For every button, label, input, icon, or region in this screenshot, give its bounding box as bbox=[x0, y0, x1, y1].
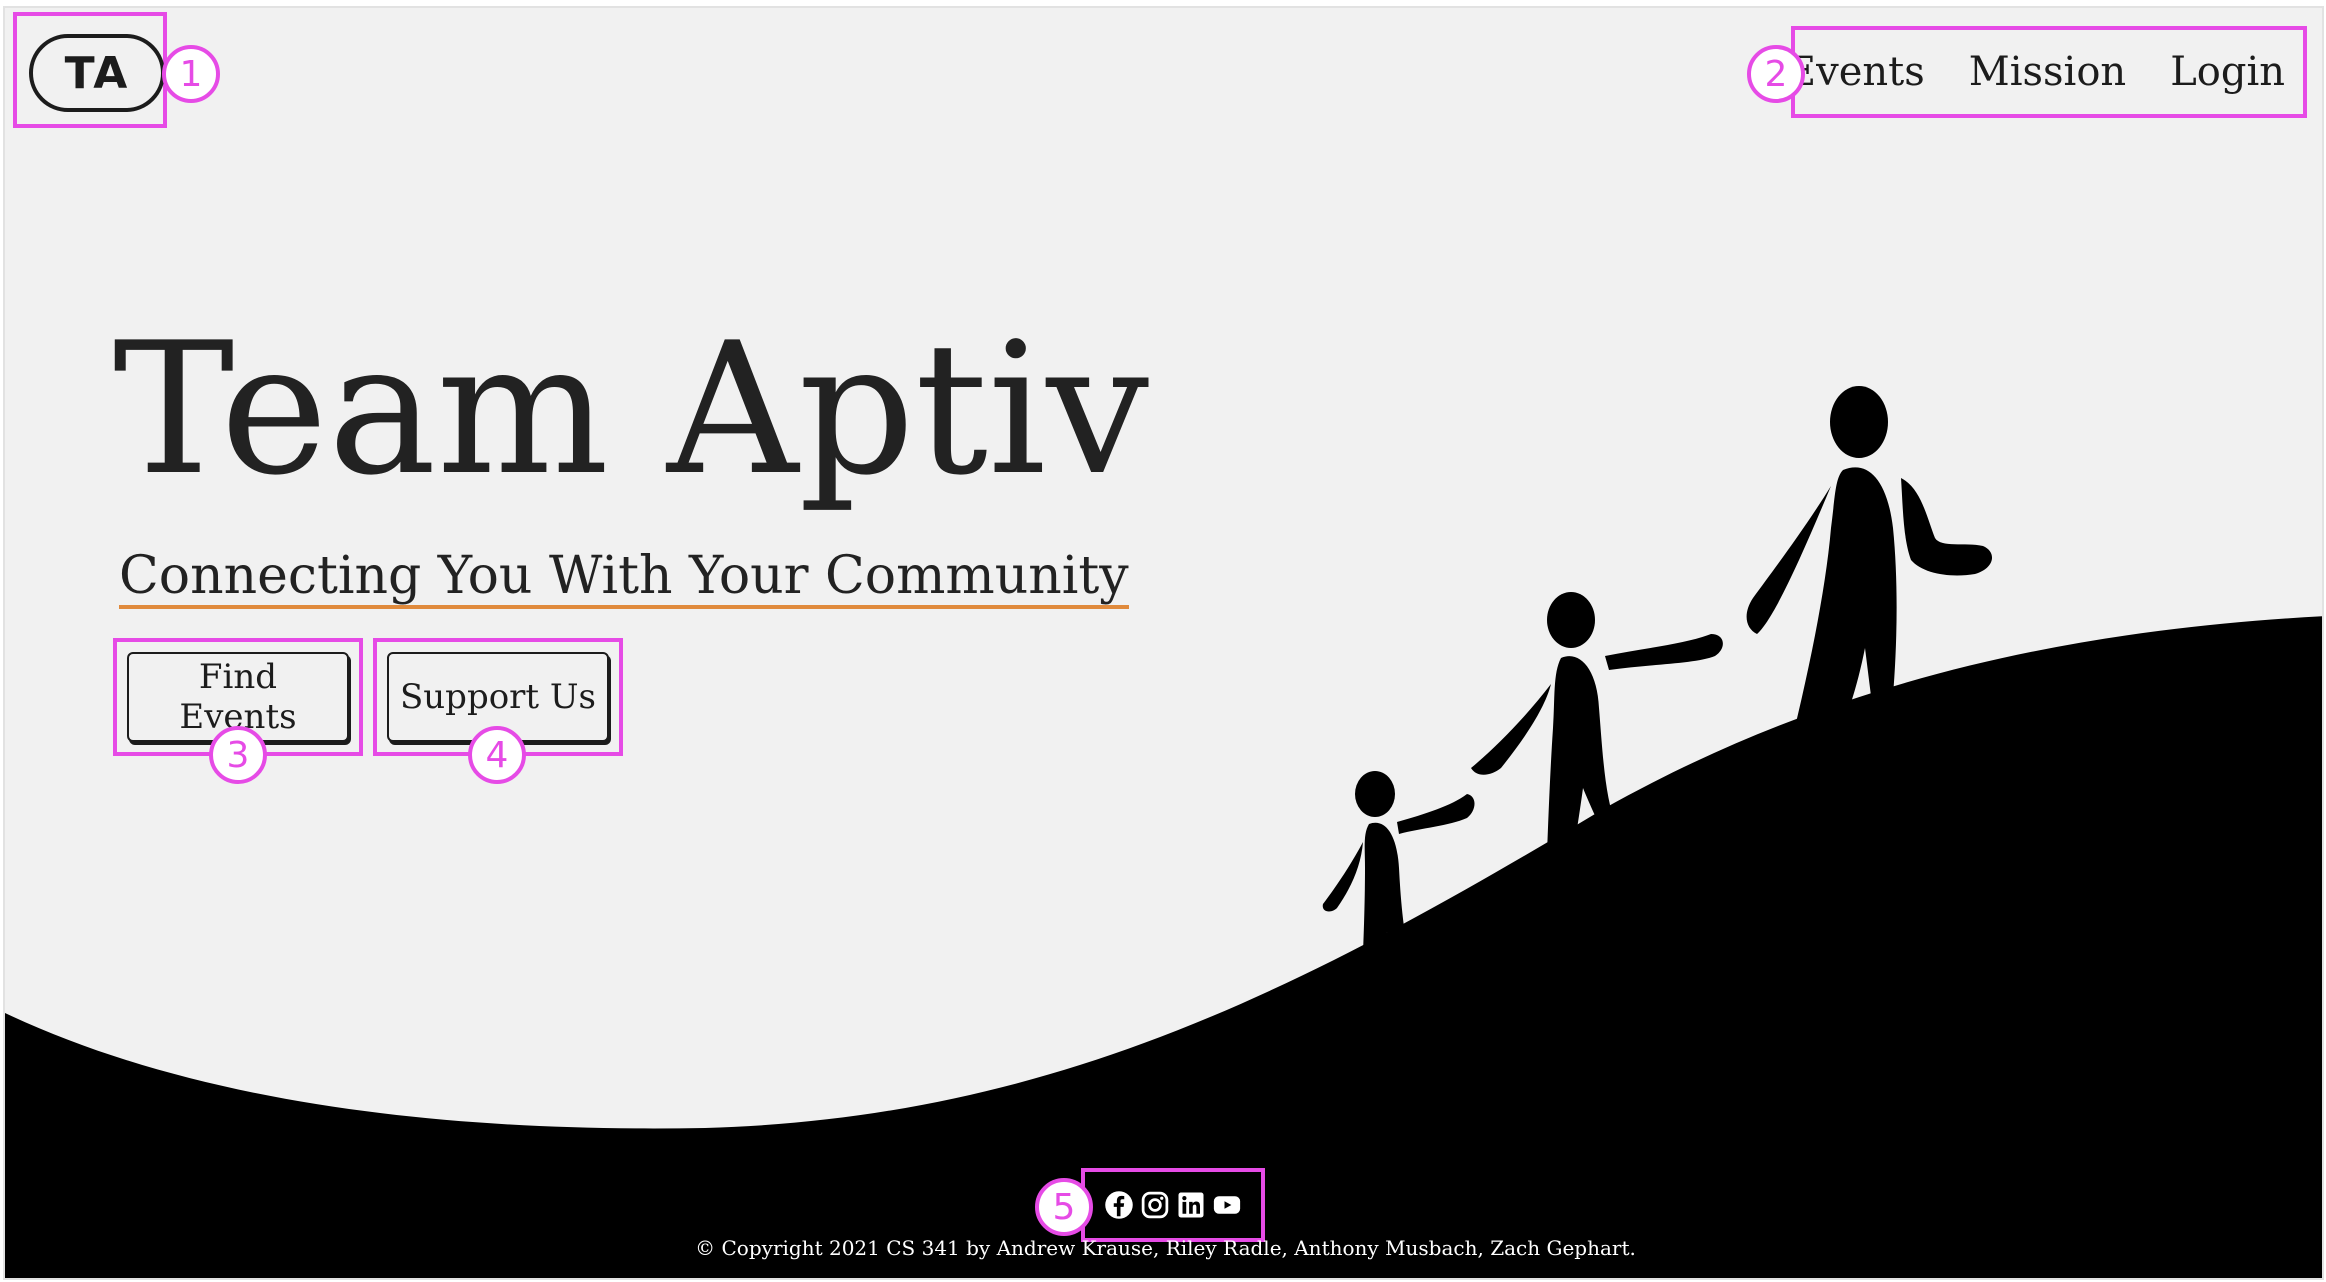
annotation-badge-2: 2 bbox=[1747, 45, 1805, 103]
annotation-badge-4: 4 bbox=[468, 726, 526, 784]
linkedin-icon[interactable] bbox=[1176, 1190, 1206, 1220]
annotation-badge-5: 5 bbox=[1035, 1178, 1093, 1236]
page-frame: TA 1 Events Mission Login 2 Team Aptiv C… bbox=[3, 6, 2324, 1280]
instagram-icon[interactable] bbox=[1140, 1190, 1170, 1220]
annotation-badge-1: 1 bbox=[162, 45, 220, 103]
facebook-icon[interactable] bbox=[1104, 1190, 1134, 1220]
hero-subtitle: Connecting You With Your Community bbox=[119, 547, 1129, 610]
hero-title: Team Aptiv bbox=[113, 303, 1150, 515]
nav-link-events[interactable]: Events bbox=[1787, 49, 1925, 95]
youtube-icon[interactable] bbox=[1212, 1190, 1242, 1220]
main-nav: Events Mission Login bbox=[1787, 26, 2307, 118]
logo-link[interactable]: TA bbox=[13, 12, 167, 128]
social-links bbox=[1081, 1168, 1265, 1242]
annotation-badge-3: 3 bbox=[209, 726, 267, 784]
logo-badge: TA bbox=[29, 34, 165, 112]
nav-link-login[interactable]: Login bbox=[2170, 49, 2285, 95]
nav-link-mission[interactable]: Mission bbox=[1969, 49, 2126, 95]
copyright-text: © Copyright 2021 CS 341 by Andrew Krause… bbox=[695, 1236, 1636, 1260]
